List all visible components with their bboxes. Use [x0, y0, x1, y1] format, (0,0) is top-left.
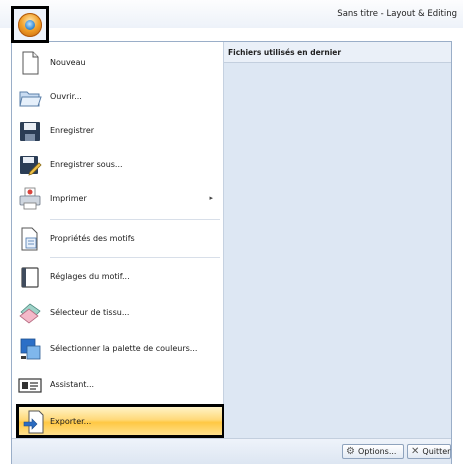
menu-item-open[interactable]: Ouvrir...	[12, 80, 223, 114]
menu-item-export[interactable]: Exporter...	[16, 404, 225, 438]
recent-files-header: Fichiers utilisés en dernier	[224, 42, 451, 63]
menu-item-label: Réglages du motif...	[50, 272, 130, 281]
quit-button[interactable]: ✕ Quitter	[407, 444, 451, 459]
gear-icon: ⚙	[346, 445, 355, 457]
application-button[interactable]	[11, 6, 49, 43]
recent-files-pane: Fichiers utilisés en dernier	[224, 42, 451, 438]
options-button-label: Options...	[357, 447, 397, 456]
menu-item-label: Ouvrir...	[50, 92, 82, 101]
quit-button-label: Quitter	[422, 447, 451, 456]
menu-footer: ⚙ Options... ✕ Quitter	[12, 438, 451, 464]
application-menu: Nouveau Ouvrir... Enregistrer Enregistre…	[11, 41, 452, 464]
options-button[interactable]: ⚙ Options...	[342, 444, 404, 459]
recent-files-title: Fichiers utilisés en dernier	[228, 48, 342, 57]
menu-item-color-palette[interactable]: Sélectionner la palette de couleurs...	[12, 332, 223, 366]
menu-item-label: Sélecteur de tissu...	[50, 308, 130, 317]
design-settings-icon	[21, 267, 39, 288]
menu-commands: Nouveau Ouvrir... Enregistrer Enregistre…	[12, 42, 225, 438]
menu-item-label: Enregistrer sous...	[50, 160, 123, 169]
menu-item-label: Assistant...	[50, 380, 95, 389]
submenu-arrow-icon: ▸	[209, 194, 213, 202]
menu-item-design-properties[interactable]: Propriétés des motifs	[12, 222, 223, 256]
menu-item-label: Sélectionner la palette de couleurs...	[50, 344, 198, 353]
menu-item-wizard[interactable]: Assistant...	[12, 368, 223, 402]
menu-item-design-settings[interactable]: Réglages du motif...	[12, 260, 223, 294]
color-palette-icon	[20, 338, 41, 360]
properties-icon	[21, 227, 38, 251]
menu-item-label: Propriétés des motifs	[50, 234, 135, 243]
menu-item-label: Enregistrer	[50, 126, 95, 135]
open-folder-icon	[19, 91, 42, 107]
new-document-icon	[22, 51, 39, 75]
menu-item-fabric-selector[interactable]: Sélecteur de tissu...	[12, 296, 223, 330]
menu-item-print[interactable]: Imprimer ▸	[12, 182, 223, 216]
app-orb-icon	[18, 13, 42, 37]
export-icon	[23, 410, 44, 434]
fabric-selector-icon	[19, 303, 41, 324]
wizard-icon	[18, 378, 42, 393]
title-bar: Sans titre - Layout & Editing	[0, 0, 463, 28]
menu-item-label: Exporter...	[50, 417, 92, 426]
save-as-icon	[20, 156, 42, 176]
menu-item-label: Nouveau	[50, 58, 86, 67]
window-title: Sans titre - Layout & Editing	[337, 9, 457, 19]
menu-separator	[50, 257, 220, 258]
save-icon	[20, 122, 40, 141]
printer-icon	[19, 187, 41, 210]
menu-item-save[interactable]: Enregistrer	[12, 114, 223, 148]
menu-item-save-as[interactable]: Enregistrer sous...	[12, 148, 223, 182]
menu-item-new[interactable]: Nouveau	[12, 46, 223, 80]
menu-item-label: Imprimer	[50, 194, 87, 203]
menu-separator	[50, 219, 220, 220]
close-icon: ✕	[411, 445, 420, 457]
